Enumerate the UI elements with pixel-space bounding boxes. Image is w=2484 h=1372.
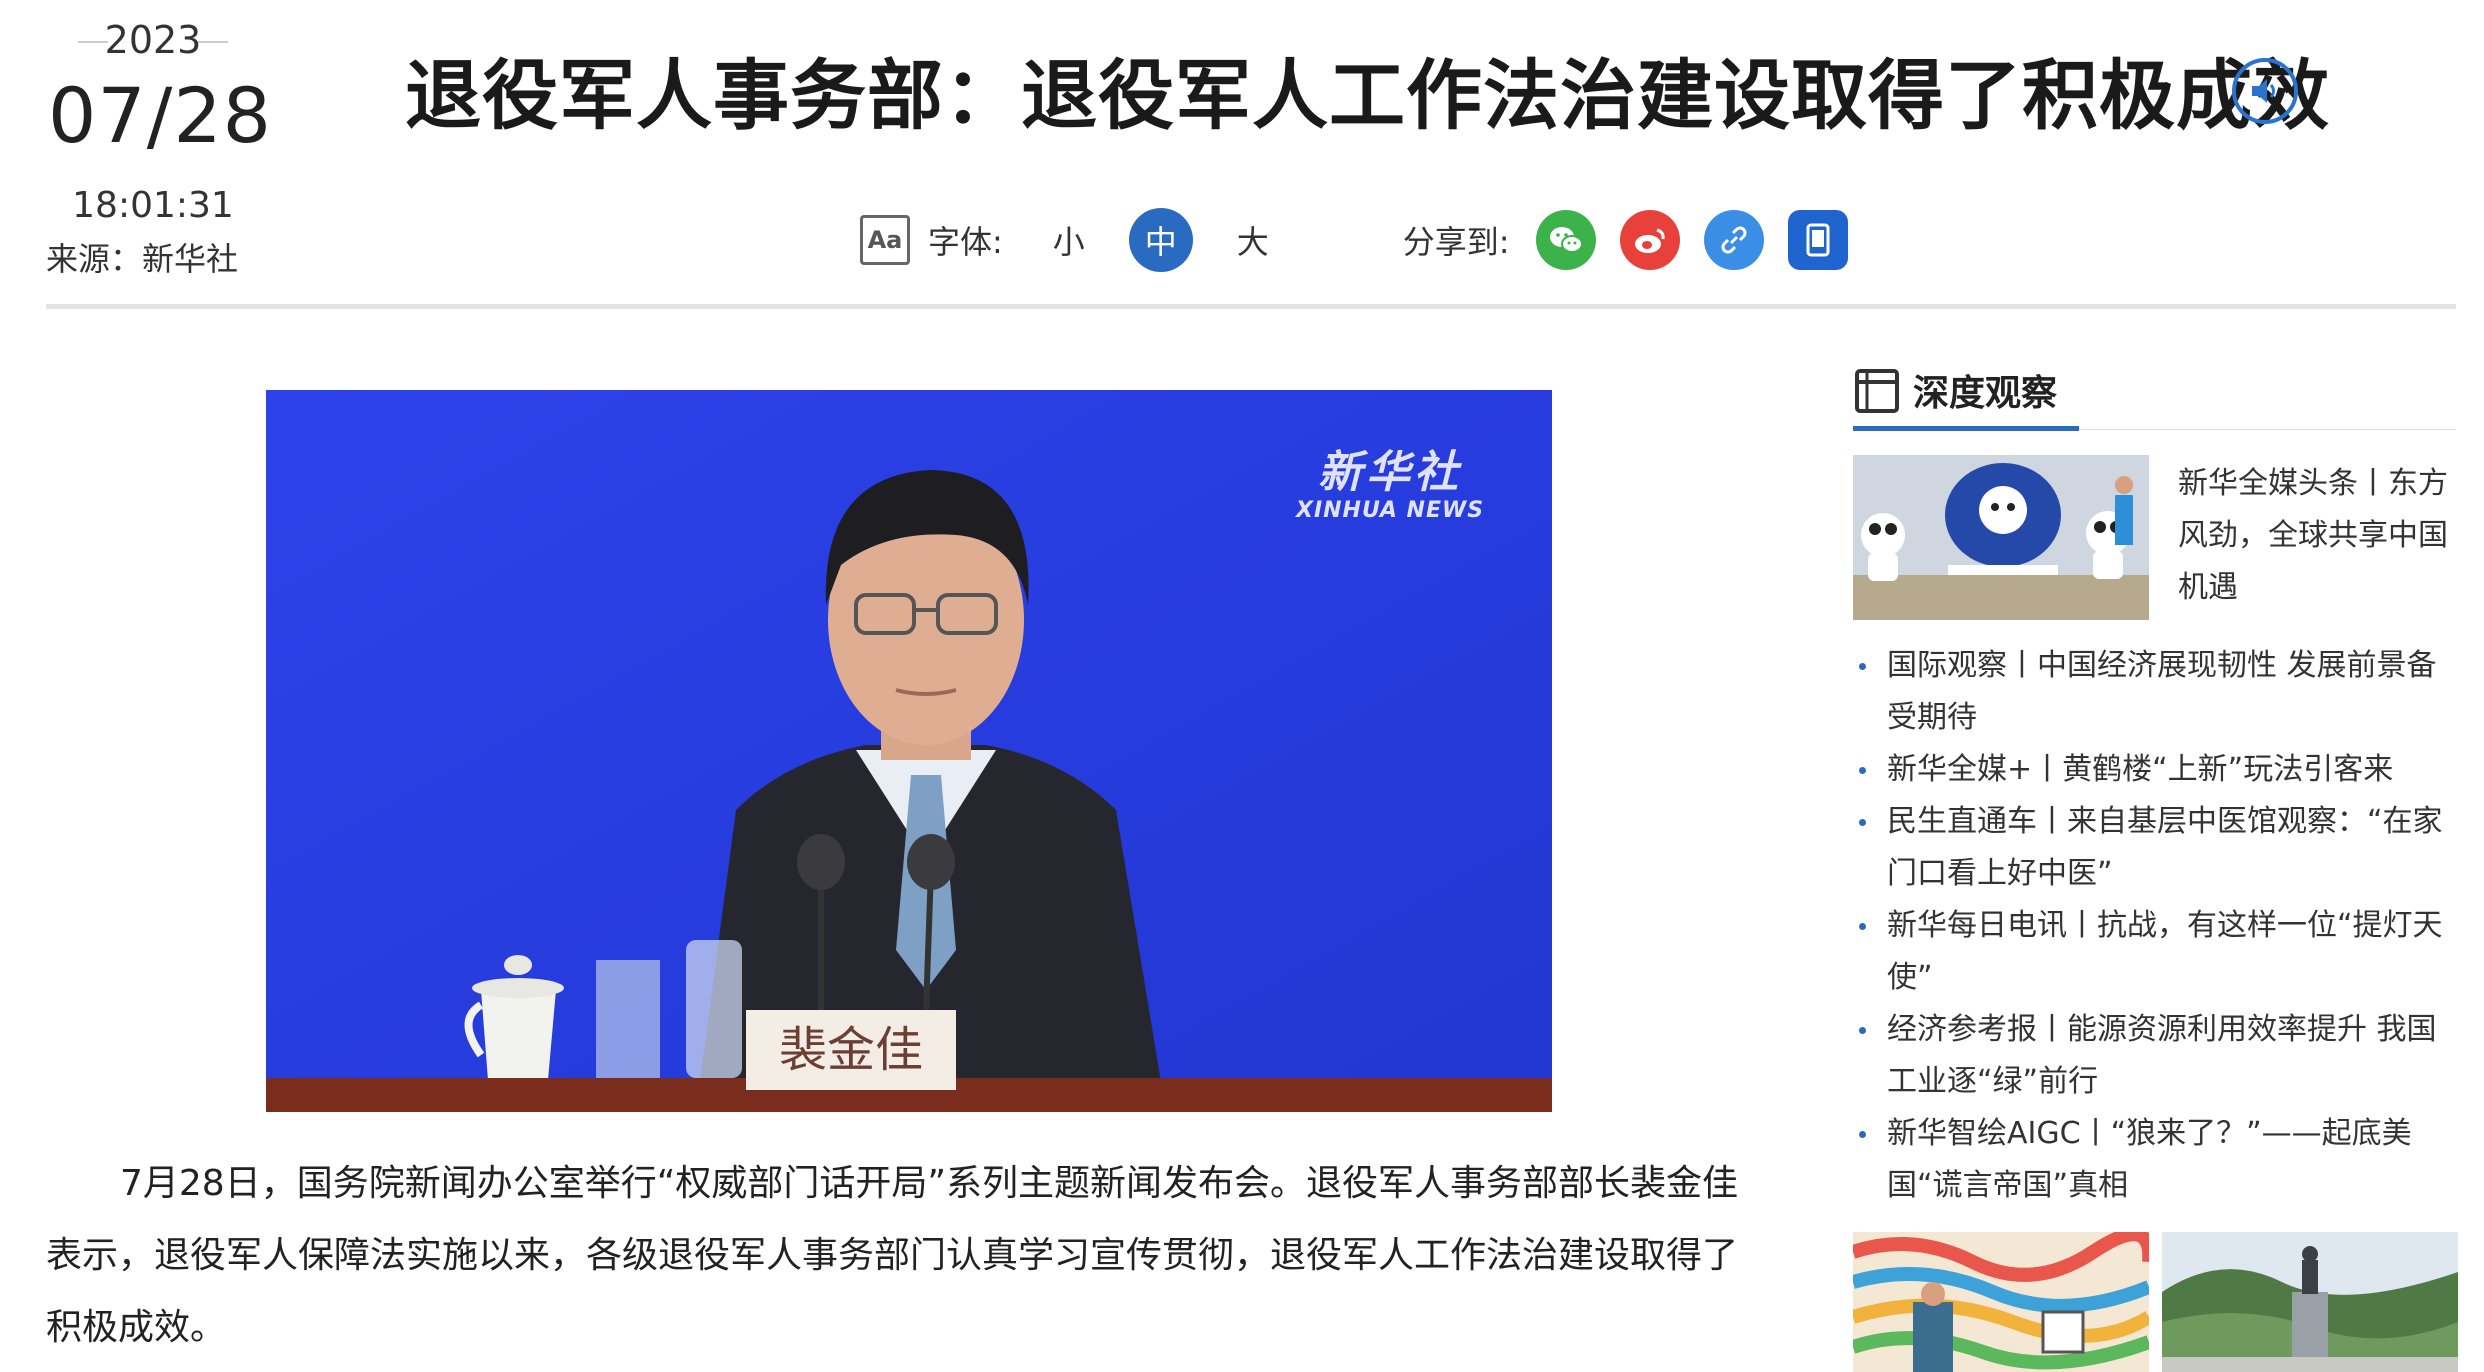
- share-wechat-button[interactable]: [1535, 210, 1596, 270]
- source-label: 来源：新华社: [46, 240, 239, 278]
- link-icon: [1721, 226, 1747, 254]
- sidebar-thumbnail-2[interactable]: [2162, 1232, 2458, 1372]
- sidebar-news-item[interactable]: 民生直通车丨来自基层中医馆观察：“在家门口看上好中医”: [1853, 796, 2453, 900]
- share-mobile-button[interactable]: [1787, 210, 1848, 270]
- wechat-icon: [1549, 227, 1583, 253]
- font-size-icon: Aa: [860, 215, 910, 265]
- font-size-small[interactable]: 小: [1037, 208, 1101, 272]
- font-size-label: 字体:: [928, 223, 1003, 261]
- share-label: 分享到:: [1402, 223, 1510, 261]
- watermark-cn: 新华社: [1318, 447, 1463, 498]
- article-photo: 裴金佳 新华社 XINHUA NEWS: [266, 390, 1552, 1112]
- memorial-statue-photo: [2162, 1232, 2458, 1372]
- sidebar-thumbnail-1[interactable]: [1853, 1232, 2149, 1372]
- page-title: 退役军人事务部：退役军人工作法治建设取得了积极成效: [405, 51, 2330, 140]
- article-toolbar: Aa 字体: 小 中 大 分享到:: [860, 198, 1872, 282]
- audio-play-button[interactable]: [2232, 58, 2298, 124]
- header-divider: [46, 304, 2456, 309]
- sidebar-news-list: 国际观察丨中国经济展现韧性 发展前景备受期待 新华全媒+丨黄鹤楼“上新”玩法引客…: [1853, 640, 2453, 1212]
- publish-year: 2023: [48, 14, 258, 66]
- share-weibo-button[interactable]: [1619, 210, 1680, 270]
- sidebar-top-story-image[interactable]: [1853, 455, 2149, 620]
- xinhua-watermark: 新华社 XINHUA NEWS: [1296, 447, 1485, 524]
- mobile-icon: [1806, 223, 1830, 257]
- weibo-icon: [1634, 228, 1665, 253]
- sidebar-top-story-link[interactable]: 新华全媒头条丨东方风劲，全球共享中国机遇: [2178, 458, 2468, 614]
- sidebar-news-item[interactable]: 新华每日电讯丨抗战，有这样一位“提灯天使”: [1853, 900, 2453, 1004]
- expo-mascot-photo: [1853, 455, 2149, 620]
- column-icon: [1855, 369, 1899, 413]
- speaker-icon: [2252, 79, 2275, 103]
- publish-time: 18:01:31: [72, 185, 234, 226]
- sidebar-divider: [2079, 429, 2456, 430]
- sidebar-heading-text: 深度观察: [1913, 373, 2058, 414]
- watermark-en: XINHUA NEWS: [1296, 498, 1485, 523]
- sidebar-heading: 深度观察: [1853, 364, 2057, 416]
- sidebar-heading-underline: [1853, 426, 2079, 431]
- nameplate-text: 裴金佳: [779, 1022, 923, 1078]
- sidebar-news-item[interactable]: 经济参考报丨能源资源利用效率提升 我国工业逐“绿”前行: [1853, 1004, 2453, 1108]
- font-size-medium[interactable]: 中: [1128, 208, 1193, 272]
- article-paragraph: 7月28日，国务院新闻办公室举行“权威部门话开局”系列主题新闻发布会。退役军人事…: [46, 1163, 1739, 1348]
- sidebar-news-item[interactable]: 国际观察丨中国经济展现韧性 发展前景备受期待: [1853, 640, 2453, 744]
- publish-date: 2023 07/28 18:01:31: [48, 14, 273, 228]
- share-link-button[interactable]: [1703, 210, 1764, 270]
- font-size-large[interactable]: 大: [1221, 208, 1285, 272]
- colorful-mural-photo: [1853, 1232, 2149, 1372]
- sidebar-news-item[interactable]: 新华全媒+丨黄鹤楼“上新”玩法引客来: [1853, 744, 2453, 796]
- publish-month-day: 07/28: [48, 71, 273, 160]
- sidebar-news-item[interactable]: 新华智绘AIGC丨“狼来了？”——起底美国“谎言帝国”真相: [1853, 1108, 2453, 1212]
